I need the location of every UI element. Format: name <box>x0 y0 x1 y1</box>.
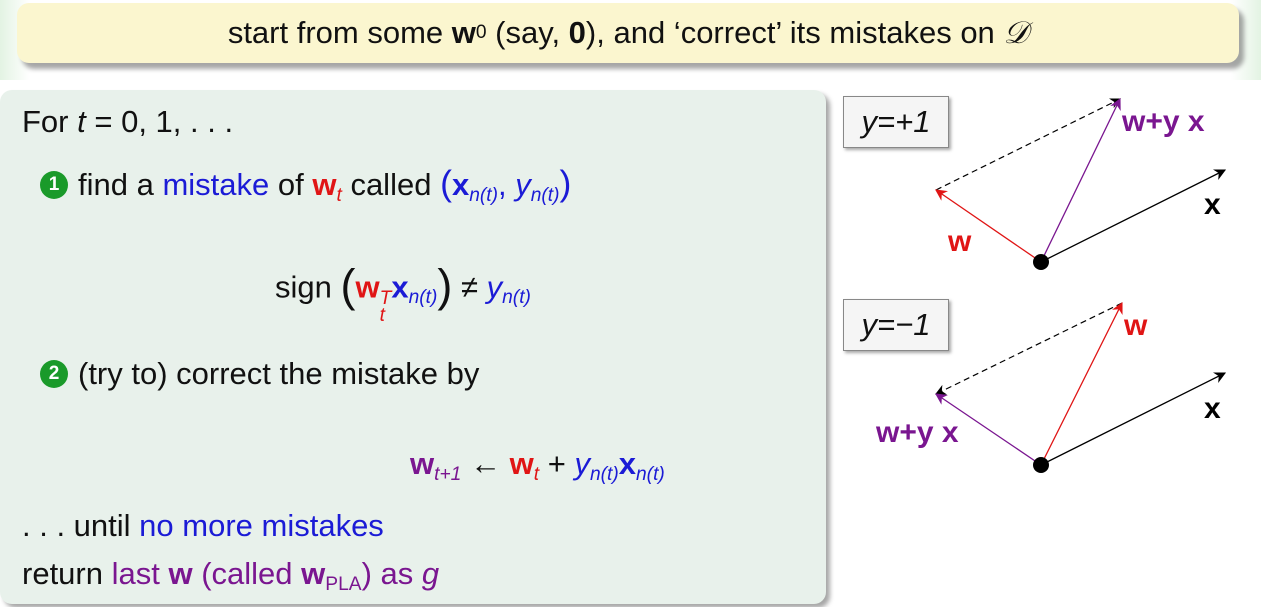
neg-w-vector <box>1040 301 1123 466</box>
neg-w-label: w <box>1123 309 1148 342</box>
pos-dashed-line <box>935 98 1121 191</box>
negative-case-diagram: w x w+y x <box>875 301 1227 473</box>
vector-diagram: w x w+y x w x w+y x <box>875 97 1227 473</box>
pos-x-vector <box>1040 169 1227 263</box>
neg-dashed-line <box>935 302 1123 395</box>
neg-x-label: x <box>1204 392 1221 425</box>
neg-origin-dot <box>1033 457 1049 473</box>
neg-x-vector <box>1040 372 1227 466</box>
pos-w-plus-yx-vector <box>1040 97 1121 263</box>
pos-x-label: x <box>1204 188 1221 221</box>
pos-w-plus-yx-label: w+y x <box>1121 105 1205 138</box>
neg-w-plus-yx-label: w+y x <box>875 416 959 449</box>
pos-w-label: w <box>947 225 972 258</box>
positive-case-diagram: w x w+y x <box>935 97 1227 270</box>
pos-origin-dot <box>1033 254 1049 270</box>
